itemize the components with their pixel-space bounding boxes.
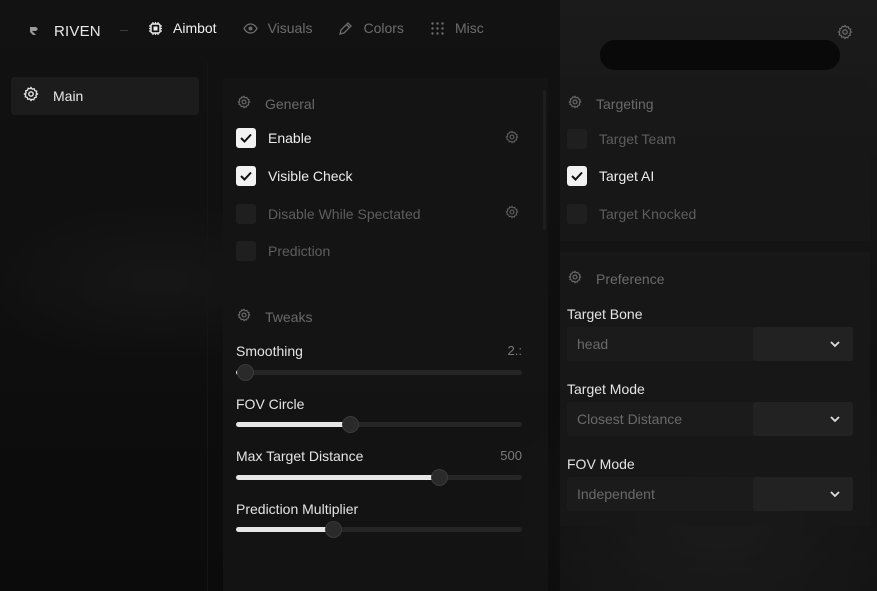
check-icon	[240, 133, 252, 143]
disable-while-spectated-checkbox[interactable]	[236, 204, 256, 224]
target-ai-checkbox[interactable]	[567, 166, 587, 186]
app-window: RIVEN Aimbot Visuals Colors Misc Main Ge…	[0, 0, 877, 591]
enable-checkbox[interactable]	[236, 128, 256, 148]
visible-check-checkbox-row[interactable]: Visible Check	[236, 166, 353, 186]
prediction-multiplier-label: Prediction Multiplier	[236, 501, 359, 517]
grid-dots-icon	[430, 21, 445, 36]
target-bone-label: Target Bone	[567, 306, 643, 322]
chevron-down-icon	[830, 416, 840, 423]
fov-mode-label: FOV Mode	[567, 456, 635, 472]
prediction-checkbox[interactable]	[236, 241, 256, 261]
dropdown-value: Independent	[577, 486, 655, 502]
max-target-distance-slider[interactable]	[236, 469, 522, 486]
gear-icon	[568, 95, 582, 112]
gear-icon	[237, 308, 251, 325]
section-title-text: Preference	[596, 270, 665, 287]
smoothing-value: 2.:	[507, 343, 522, 358]
chevron-down-icon	[830, 491, 840, 498]
spectated-settings-gear-icon[interactable]	[505, 205, 519, 219]
target-mode-dropdown[interactable]: Closest Distance	[567, 402, 853, 436]
section-title-text: General	[265, 95, 315, 112]
prediction-checkbox-row[interactable]: Prediction	[236, 241, 330, 261]
tweaks-section-title: Tweaks	[237, 308, 312, 325]
max-target-distance-label: Max Target Distance	[236, 448, 364, 464]
tab-label: Colors	[363, 20, 404, 36]
dropdown-value: Closest Distance	[577, 411, 683, 427]
tab-bar: Aimbot Visuals Colors Misc	[148, 20, 510, 36]
dropdown-button[interactable]	[753, 402, 853, 436]
target-ai-checkbox-row[interactable]: Target AI	[567, 166, 654, 186]
fov-circle-slider[interactable]	[236, 416, 522, 433]
eye-icon	[242, 21, 258, 36]
dropdown-button[interactable]	[753, 477, 853, 511]
target-team-checkbox[interactable]	[567, 129, 587, 149]
fov-circle-label: FOV Circle	[236, 396, 305, 412]
checkbox-label: Target Team	[599, 131, 676, 147]
sidebar-item-label: Main	[53, 88, 84, 104]
tab-label: Misc	[454, 20, 484, 36]
gear-icon	[568, 270, 582, 287]
brand-name: RIVEN	[54, 22, 101, 40]
gear-icon	[23, 85, 39, 107]
tab-aimbot[interactable]: Aimbot	[148, 20, 217, 36]
max-target-distance-value: 500	[500, 448, 522, 463]
enable-settings-gear-icon[interactable]	[505, 130, 519, 144]
slider-handle[interactable]	[236, 364, 254, 381]
target-bone-dropdown[interactable]: head	[567, 327, 853, 361]
sidebar-divider	[207, 62, 208, 591]
smoothing-label: Smoothing	[236, 343, 303, 359]
slider-handle[interactable]	[431, 469, 449, 486]
riven-logo-icon	[28, 25, 40, 37]
fov-mode-dropdown[interactable]: Independent	[567, 477, 853, 511]
check-icon	[240, 171, 252, 181]
gear-icon	[237, 95, 251, 112]
tab-label: Visuals	[267, 20, 313, 36]
section-title-text: Targeting	[596, 95, 654, 112]
preference-section-title: Preference	[568, 270, 664, 287]
tab-colors[interactable]: Colors	[338, 20, 404, 36]
sidebar-item-main[interactable]: Main	[11, 77, 199, 115]
check-icon	[571, 171, 583, 181]
pen-icon	[338, 21, 353, 36]
dropdown-button[interactable]	[753, 327, 853, 361]
smoothing-slider[interactable]	[236, 364, 522, 381]
top-bar: RIVEN Aimbot Visuals Colors Misc	[0, 0, 877, 62]
checkbox-label: Target Knocked	[599, 206, 697, 222]
checkbox-label: Enable	[268, 130, 312, 146]
dropdown-value: head	[577, 336, 609, 352]
slider-fill	[236, 475, 440, 480]
settings-gear-icon[interactable]	[837, 24, 853, 40]
slider-fill	[236, 527, 334, 532]
target-knocked-checkbox-row[interactable]: Target Knocked	[567, 204, 696, 224]
tab-misc[interactable]: Misc	[430, 20, 484, 36]
checkbox-label: Visible Check	[268, 168, 353, 184]
checkbox-label: Target AI	[599, 168, 655, 184]
disable-while-spectated-checkbox-row[interactable]: Disable While Spectated	[236, 204, 421, 224]
chevron-down-icon	[830, 341, 840, 348]
checkbox-label: Disable While Spectated	[268, 206, 421, 222]
tab-label: Aimbot	[173, 20, 217, 36]
prediction-multiplier-slider[interactable]	[236, 521, 522, 538]
chip-icon	[148, 21, 163, 36]
checkbox-label: Prediction	[268, 243, 331, 259]
brand: RIVEN	[28, 21, 101, 41]
scrollbar[interactable]	[543, 90, 546, 230]
visible-check-checkbox[interactable]	[236, 166, 256, 186]
target-team-checkbox-row[interactable]: Target Team	[567, 129, 676, 149]
divider	[120, 30, 128, 31]
section-title-text: Tweaks	[265, 308, 313, 325]
general-section-title: General	[237, 95, 315, 112]
target-mode-label: Target Mode	[567, 381, 645, 397]
slider-fill	[236, 422, 351, 427]
tab-visuals[interactable]: Visuals	[242, 20, 313, 36]
target-knocked-checkbox[interactable]	[567, 204, 587, 224]
targeting-section-title: Targeting	[568, 95, 654, 112]
enable-checkbox-row[interactable]: Enable	[236, 128, 312, 148]
